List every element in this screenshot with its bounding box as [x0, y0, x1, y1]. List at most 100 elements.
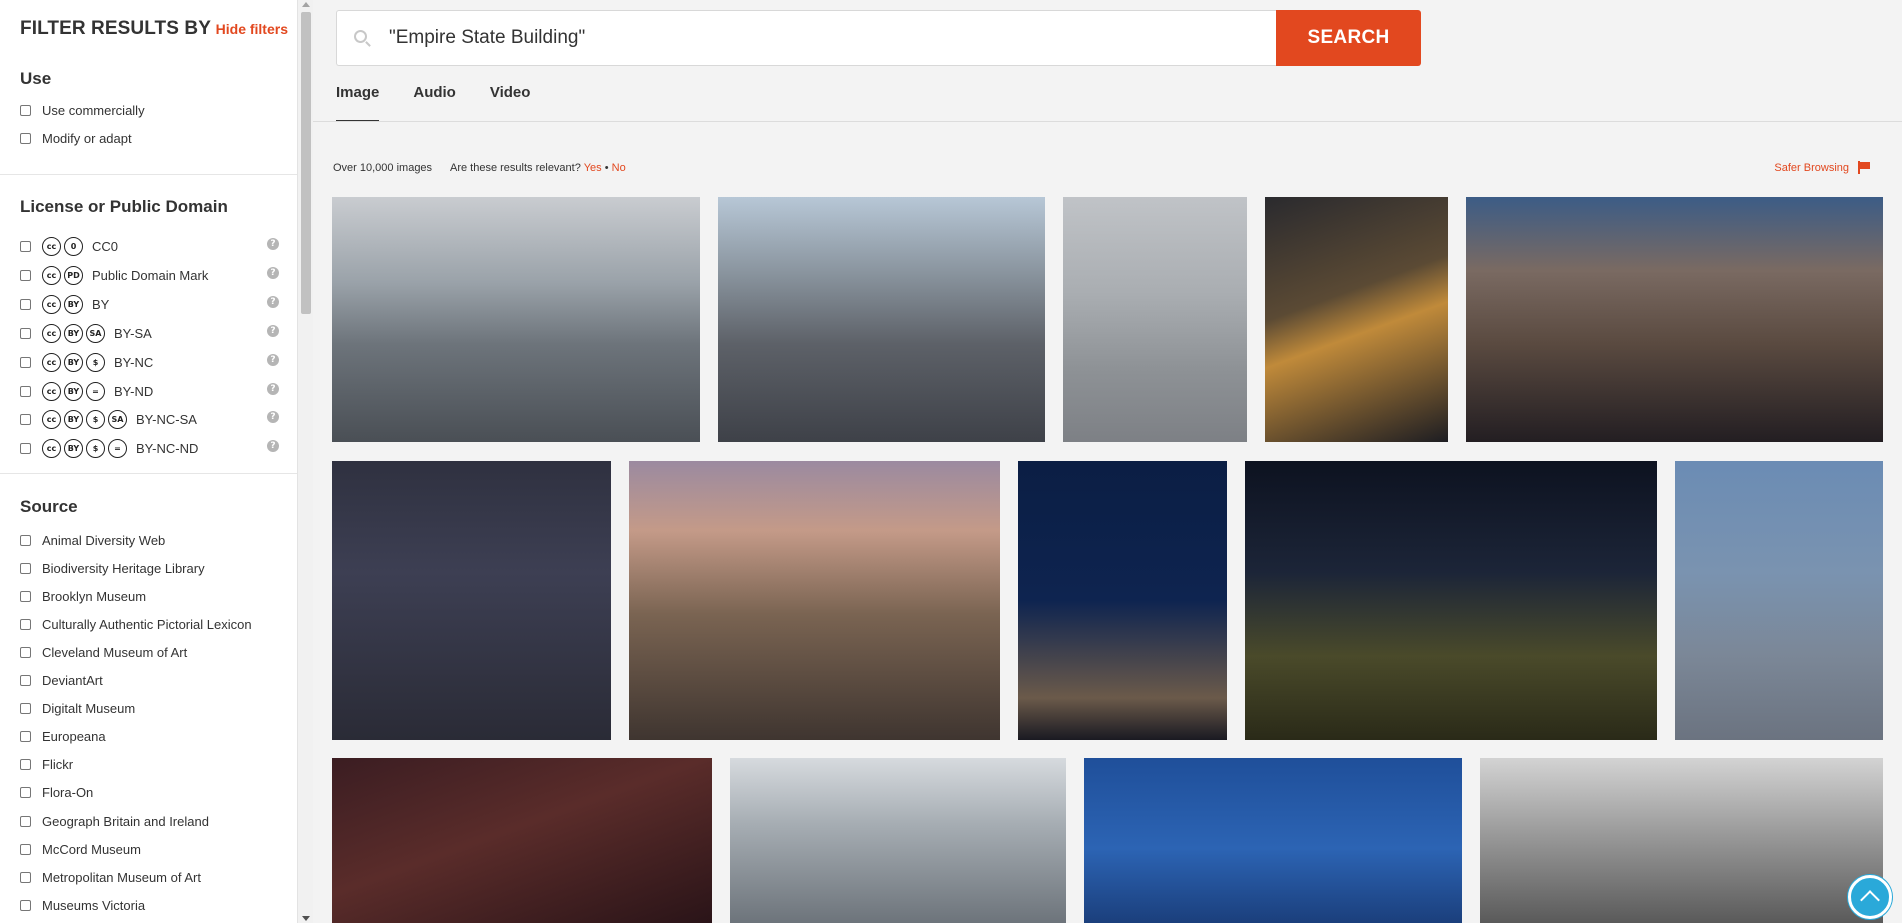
checkbox[interactable]: [20, 132, 31, 144]
source-option[interactable]: McCord Museum: [20, 839, 141, 859]
checkbox[interactable]: [20, 843, 31, 855]
search-button[interactable]: SEARCH: [1276, 10, 1421, 66]
cc-icon: cc: [42, 236, 61, 256]
license-option[interactable]: cc BY $ BY-NC: [20, 352, 153, 372]
nc-icon: $: [86, 438, 105, 458]
option-label: Flora-On: [42, 785, 94, 801]
tab-audio[interactable]: Audio: [413, 84, 456, 122]
source-option[interactable]: DeviantArt: [20, 671, 103, 691]
checkbox[interactable]: [20, 759, 31, 771]
result-image[interactable]: [1265, 197, 1448, 442]
checkbox[interactable]: [20, 590, 31, 602]
option-label: BY-NC: [114, 354, 154, 370]
result-image[interactable]: [730, 758, 1066, 923]
checkbox[interactable]: [20, 787, 31, 799]
help-icon[interactable]: ?: [267, 440, 279, 452]
scroll-down-arrow-icon[interactable]: [302, 916, 310, 921]
license-option[interactable]: cc BY $ = BY-NC-ND: [20, 438, 198, 458]
search-query[interactable]: "Empire State Building": [389, 27, 585, 49]
result-image[interactable]: [718, 197, 1045, 442]
option-label: CC0: [92, 238, 119, 254]
license-option[interactable]: cc 0 CC0: [20, 236, 118, 256]
result-image[interactable]: [1063, 197, 1247, 442]
checkbox[interactable]: [20, 703, 31, 715]
source-option[interactable]: Cleveland Museum of Art: [20, 642, 187, 662]
help-icon[interactable]: ?: [267, 411, 279, 423]
use-option-modify[interactable]: Modify or adapt: [20, 128, 132, 148]
relevance-yes-link[interactable]: Yes: [584, 162, 602, 174]
checkbox[interactable]: [20, 413, 31, 425]
by-icon: BY: [64, 381, 83, 401]
sidebar-scrollbar[interactable]: [297, 0, 313, 923]
checkbox[interactable]: [20, 871, 31, 883]
help-icon[interactable]: ?: [267, 354, 279, 366]
hide-filters-link[interactable]: Hide filters: [216, 21, 288, 37]
help-icon[interactable]: ?: [267, 325, 279, 337]
scroll-to-top-button[interactable]: [1848, 875, 1892, 919]
result-image[interactable]: [1675, 461, 1883, 740]
result-image[interactable]: [1466, 197, 1883, 442]
checkbox[interactable]: [20, 675, 31, 686]
source-option[interactable]: Flora-On: [20, 783, 93, 803]
source-option[interactable]: Europeana: [20, 727, 106, 747]
result-image[interactable]: [629, 461, 1000, 740]
source-option[interactable]: Flickr: [20, 755, 73, 775]
flag-icon: [1857, 161, 1870, 174]
checkbox[interactable]: [20, 618, 31, 630]
checkbox[interactable]: [20, 240, 31, 252]
source-option[interactable]: Metropolitan Museum of Art: [20, 867, 201, 887]
tab-image[interactable]: Image: [336, 84, 380, 122]
checkbox[interactable]: [20, 815, 31, 827]
source-option[interactable]: Museums Victoria: [20, 895, 145, 915]
relevance-separator: •: [604, 162, 609, 174]
scrollbar-thumb[interactable]: [301, 12, 311, 314]
checkbox[interactable]: [20, 104, 31, 116]
source-option[interactable]: Digitalt Museum: [20, 699, 135, 719]
license-option[interactable]: cc BY = BY-ND: [20, 381, 153, 401]
license-option[interactable]: cc BY BY: [20, 294, 109, 314]
license-option[interactable]: cc PD Public Domain Mark: [20, 265, 208, 285]
license-option[interactable]: cc BY $ SA BY-NC-SA: [20, 409, 197, 429]
safer-browsing-link[interactable]: Safer Browsing: [1774, 161, 1870, 174]
source-option[interactable]: Biodiversity Heritage Library: [20, 558, 205, 578]
result-image[interactable]: [1018, 461, 1227, 740]
checkbox[interactable]: [20, 327, 31, 339]
search-input[interactable]: "Empire State Building": [336, 10, 1276, 66]
cc-icon: cc: [42, 265, 61, 285]
checkbox[interactable]: [20, 269, 31, 281]
source-option[interactable]: Brooklyn Museum: [20, 586, 146, 606]
checkbox[interactable]: [20, 534, 31, 546]
help-icon[interactable]: ?: [267, 238, 279, 250]
help-icon[interactable]: ?: [267, 383, 279, 395]
source-option[interactable]: Geograph Britain and Ireland: [20, 811, 209, 831]
option-label: BY: [92, 296, 110, 312]
relevance-no-link[interactable]: No: [612, 162, 626, 174]
checkbox[interactable]: [20, 356, 31, 368]
result-image[interactable]: [332, 758, 712, 923]
use-option-commercial[interactable]: Use commercially: [20, 100, 145, 120]
source-option[interactable]: Culturally Authentic Pictorial Lexicon: [20, 614, 252, 634]
scroll-up-arrow-icon[interactable]: [302, 2, 310, 7]
license-option[interactable]: cc BY SA BY-SA: [20, 323, 152, 343]
result-image[interactable]: [332, 461, 611, 740]
result-image[interactable]: [1245, 461, 1657, 740]
checkbox[interactable]: [20, 562, 31, 574]
option-label: Public Domain Mark: [92, 267, 209, 283]
result-image[interactable]: [1084, 758, 1462, 923]
help-icon[interactable]: ?: [267, 296, 279, 308]
result-image[interactable]: [332, 197, 700, 442]
cc-icon: cc: [42, 294, 61, 314]
checkbox[interactable]: [20, 442, 31, 454]
checkbox[interactable]: [20, 731, 31, 743]
checkbox[interactable]: [20, 899, 31, 911]
help-icon[interactable]: ?: [267, 267, 279, 279]
checkbox[interactable]: [20, 646, 31, 658]
source-option[interactable]: Animal Diversity Web: [20, 530, 165, 550]
tab-video[interactable]: Video: [490, 84, 531, 122]
license-icons: cc BY =: [42, 381, 108, 401]
result-image[interactable]: [1480, 758, 1883, 923]
checkbox[interactable]: [20, 298, 31, 310]
option-label: DeviantArt: [42, 673, 103, 688]
relevance-question: Are these results relevant?: [450, 162, 581, 174]
checkbox[interactable]: [20, 385, 31, 397]
